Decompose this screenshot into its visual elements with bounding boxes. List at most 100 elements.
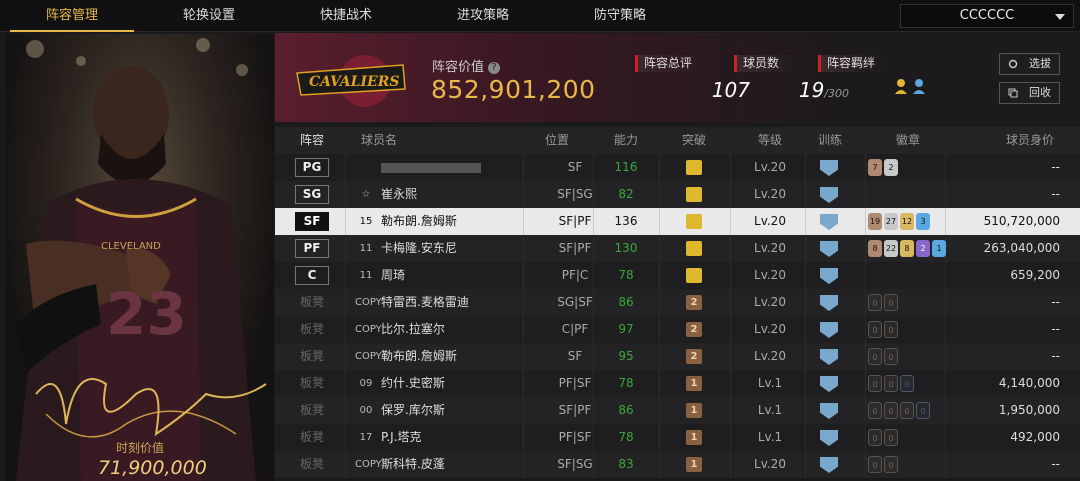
help-icon[interactable]: ? [488, 62, 501, 74]
table-row[interactable]: PF 11 卡梅隆.安东尼 SF|PF 130 Lv.20 8 22 8 2 1 263,040,00… [275, 235, 1080, 262]
training-shield-icon[interactable] [820, 187, 838, 203]
crown-icon [686, 241, 702, 256]
badge-slot[interactable]: 0 [868, 348, 882, 365]
tab-lineup[interactable]: 阵容管理 [4, 0, 140, 32]
badge-slot[interactable]: 12 [900, 213, 914, 230]
bond-icons[interactable] [818, 78, 933, 100]
table-row[interactable]: PG SF 116 Lv.20 7 2 -- [275, 154, 1080, 181]
table-row[interactable]: 板凳 COPY 斯科特.皮蓬 SF|SG 83 1 Lv.20 0 0 -- [275, 451, 1080, 478]
badge-slot[interactable]: 27 [884, 213, 898, 230]
tab-rotation[interactable]: 轮换设置 [141, 0, 277, 32]
table-row[interactable]: SG ☆ 崔永熙 SF|SG 82 Lv.20 -- [275, 181, 1080, 208]
player-name[interactable]: 斯科特.皮蓬 [381, 451, 541, 478]
badge-slot[interactable]: 19 [868, 213, 882, 230]
player-name[interactable]: 勒布朗.詹姆斯 [381, 208, 541, 235]
player-portrait[interactable]: 23 CLEVELAND 时刻价值 71,900,000 [6, 34, 274, 481]
player-name[interactable]: 勒布朗.詹姆斯 [381, 343, 541, 370]
tab-offense[interactable]: 进攻策略 [415, 0, 551, 32]
table-row[interactable]: 板凳 COPY 勒布朗.詹姆斯 SF 95 2 Lv.20 0 0 -- [275, 343, 1080, 370]
player-level: Lv.1 [757, 403, 783, 417]
badge-slot[interactable]: 0 [868, 456, 882, 473]
table-row[interactable]: 板凳 COPY 特雷西.麦格雷迪 SG|SF 86 2 Lv.20 0 0 -- [275, 289, 1080, 316]
player-value: 659,200 [1010, 268, 1060, 282]
badge-slot[interactable]: 3 [916, 213, 930, 230]
tab-defense[interactable]: 防守策略 [552, 0, 688, 32]
column-divider [805, 451, 806, 478]
player-name[interactable]: 保罗.库尔斯 [381, 397, 541, 424]
training-shield-icon[interactable] [820, 295, 838, 311]
training-shield-icon[interactable] [820, 268, 838, 284]
training-shield-icon[interactable] [820, 160, 838, 176]
training-shield-icon[interactable] [820, 241, 838, 257]
badge-slot[interactable]: 0 [868, 321, 882, 338]
badge-slot[interactable]: 0 [868, 375, 882, 392]
tab-quick-tactics[interactable]: 快捷战术 [278, 0, 414, 32]
table-row[interactable]: 板凳 09 约什.史密斯 PF|SF 78 1 Lv.1 0 0 0 4,140,000 [275, 370, 1080, 397]
market-value-label: 时刻价值 [116, 441, 165, 455]
badge-slot[interactable]: 0 [884, 348, 898, 365]
training-shield-icon[interactable] [820, 403, 838, 419]
badge-slot[interactable]: 7 [868, 159, 882, 176]
badge-slot[interactable]: 8 [868, 240, 882, 257]
column-divider [805, 208, 806, 235]
breakthrough-badge: 1 [686, 403, 702, 418]
badge-slot[interactable]: 0 [868, 429, 882, 446]
player-level: Lv.20 [754, 187, 786, 201]
slot-label[interactable]: SG [295, 185, 329, 204]
slot-label[interactable]: PG [295, 158, 329, 177]
training-shield-icon[interactable] [820, 214, 838, 230]
column-divider [345, 208, 346, 235]
player-name[interactable]: 周琦 [381, 262, 541, 289]
player-name[interactable]: 特雷西.麦格雷迪 [381, 289, 541, 316]
badge-slot[interactable]: 0 [884, 429, 898, 446]
training-shield-icon[interactable] [820, 430, 838, 446]
player-name[interactable] [381, 154, 541, 181]
slot-label[interactable]: SF [295, 212, 329, 231]
player-name[interactable]: 约什.史密斯 [381, 370, 541, 397]
slot-label[interactable]: C [295, 266, 329, 285]
badge-slot[interactable]: 0 [884, 375, 898, 392]
training-shield-icon[interactable] [820, 376, 838, 392]
slot-label: 板凳 [299, 403, 324, 417]
player-name[interactable]: 卡梅隆.安东尼 [381, 235, 541, 262]
badge-slot[interactable]: 2 [916, 240, 930, 257]
slot-label[interactable]: PF [295, 239, 329, 258]
team-value: 852,901,200 [431, 75, 596, 104]
table-row[interactable]: SF 15 勒布朗.詹姆斯 SF|PF 136 Lv.20 19 27 12 3 510,720,0… [275, 208, 1080, 235]
select-button[interactable]: 选拔 [999, 53, 1060, 75]
column-divider [730, 370, 731, 397]
recycle-button[interactable]: 回收 [999, 82, 1060, 104]
player-rating: 86 [618, 403, 634, 417]
player-rating: 78 [618, 430, 634, 444]
training-shield-icon[interactable] [820, 322, 838, 338]
badge-slot[interactable]: 22 [884, 240, 898, 257]
table-row[interactable]: 板凳 00 保罗.库尔斯 SF|PF 86 1 Lv.1 0 0 0 0 1,950,000 [275, 397, 1080, 424]
table-row[interactable]: C 11 周琦 PF|C 78 Lv.20 659,200 [275, 262, 1080, 289]
badge-slot[interactable]: 0 [900, 375, 914, 392]
badge-slot[interactable]: 0 [884, 321, 898, 338]
badge-slot[interactable]: 0 [884, 402, 898, 419]
jersey-number [355, 154, 377, 181]
badge-slot[interactable]: 2 [884, 159, 898, 176]
badge-slot[interactable]: 0 [916, 402, 930, 419]
crown-icon [686, 187, 702, 202]
badge-slot[interactable]: 0 [868, 402, 882, 419]
column-divider [345, 343, 346, 370]
player-name[interactable]: 比尔.拉塞尔 [381, 316, 541, 343]
player-name[interactable]: P.J.塔克 [381, 424, 541, 451]
badge-slot[interactable]: 0 [900, 402, 914, 419]
player-name[interactable]: 崔永熙 [381, 181, 541, 208]
table-row[interactable]: 板凳 COPY 比尔.拉塞尔 C|PF 97 2 Lv.20 0 0 -- [275, 316, 1080, 343]
training-shield-icon[interactable] [820, 457, 838, 473]
training-shield-icon[interactable] [820, 349, 838, 365]
badge-slot[interactable]: 0 [884, 294, 898, 311]
col-name: 球员名 [360, 133, 397, 147]
lineup-dropdown[interactable]: CCCCCC [900, 4, 1074, 28]
table-row[interactable]: 板凳 17 P.J.塔克 PF|SF 78 1 Lv.1 0 0 492,000 [275, 424, 1080, 451]
column-divider [730, 343, 731, 370]
badge-slot[interactable]: 0 [884, 456, 898, 473]
badge-slot[interactable]: 0 [868, 294, 882, 311]
badge-slot[interactable]: 8 [900, 240, 914, 257]
badge-slot[interactable]: 1 [932, 240, 946, 257]
jersey-number: 11 [359, 243, 373, 254]
